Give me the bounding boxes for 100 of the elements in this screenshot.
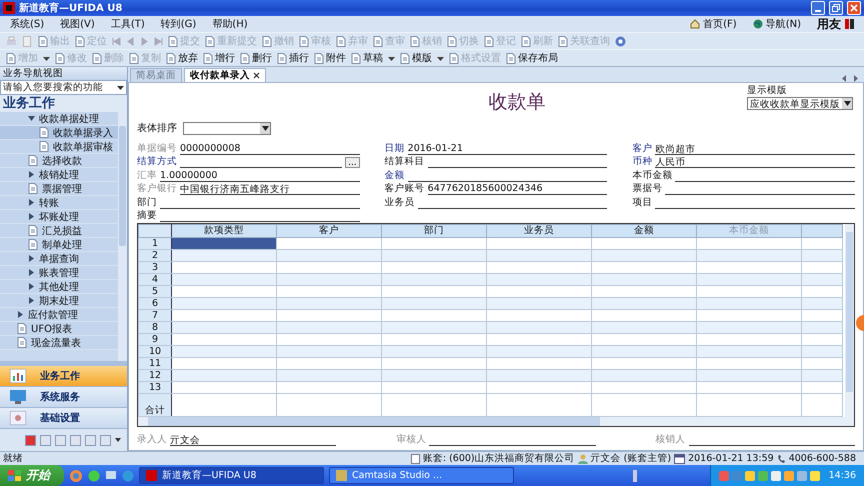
- lookup-button[interactable]: ...: [345, 157, 360, 168]
- tree-item[interactable]: 票据管理: [0, 182, 118, 196]
- input-field[interactable]: 人民币: [655, 156, 856, 168]
- minimize-button[interactable]: [811, 1, 825, 15]
- tray-icon[interactable]: [796, 470, 807, 480]
- tray-icon[interactable]: [758, 470, 768, 480]
- table-cell[interactable]: [276, 297, 382, 309]
- menu-item[interactable]: 帮助(H): [212, 17, 248, 31]
- table-cell[interactable]: [276, 369, 382, 381]
- tray-icon[interactable]: [744, 470, 755, 480]
- last-icon[interactable]: [154, 36, 163, 46]
- table-cell[interactable]: [696, 249, 802, 261]
- taskbar-button[interactable]: Camtasia Studio ...: [329, 467, 514, 484]
- toolbar-button[interactable]: 模版: [400, 51, 432, 65]
- menu-item[interactable]: 工具(T): [110, 17, 145, 31]
- help-icon[interactable]: [615, 36, 626, 46]
- app-icon[interactable]: [69, 468, 83, 482]
- table-cell[interactable]: [172, 285, 276, 297]
- tree-item[interactable]: UFO报表: [0, 322, 118, 336]
- column-header[interactable]: 部门: [382, 224, 486, 237]
- table-cell[interactable]: [172, 297, 276, 309]
- input-field[interactable]: 亓文会: [170, 434, 336, 446]
- tree-item[interactable]: 制单处理: [0, 238, 118, 252]
- tree-item[interactable]: 收款单据录入: [0, 126, 118, 140]
- table-cell[interactable]: [486, 369, 592, 381]
- table-cell[interactable]: [172, 273, 276, 285]
- table-cell[interactable]: [592, 321, 696, 333]
- table-cell[interactable]: [172, 357, 276, 369]
- menu-item[interactable]: 转到(G): [160, 17, 196, 31]
- table-cell[interactable]: [172, 345, 276, 357]
- input-field[interactable]: 6477620185600024346: [428, 183, 608, 195]
- dropdown-caret-icon[interactable]: [388, 54, 395, 62]
- next-icon[interactable]: [140, 36, 149, 46]
- table-cell[interactable]: [592, 297, 696, 309]
- table-cell[interactable]: [382, 333, 486, 345]
- table-cell[interactable]: [382, 369, 486, 381]
- table-cell[interactable]: [382, 285, 486, 297]
- table-cell[interactable]: [486, 273, 592, 285]
- table-cell[interactable]: [382, 273, 486, 285]
- tray-icon[interactable]: [770, 470, 781, 480]
- input-field[interactable]: 欧尚超市: [655, 142, 856, 154]
- table-cell[interactable]: [486, 261, 592, 273]
- restore-button[interactable]: [829, 1, 843, 15]
- tray-icon[interactable]: [810, 470, 820, 480]
- toolbar-button[interactable]: 保存布局: [506, 51, 558, 65]
- home-link[interactable]: 首页(F): [690, 17, 737, 31]
- table-cell[interactable]: [592, 237, 696, 249]
- tree-item[interactable]: 现金流量表: [0, 336, 118, 350]
- table-cell[interactable]: [592, 261, 696, 273]
- column-header[interactable]: 客户: [276, 224, 382, 237]
- table-cell[interactable]: [486, 357, 592, 369]
- table-cell[interactable]: [276, 249, 382, 261]
- tree-item[interactable]: 其他处理: [0, 280, 118, 294]
- table-cell[interactable]: [592, 381, 696, 393]
- toolbar-button[interactable]: 附件: [314, 51, 346, 65]
- nav-button[interactable]: 系统服务: [0, 387, 127, 408]
- table-cell[interactable]: [592, 345, 696, 357]
- tree-item[interactable]: 收款单据审核: [0, 140, 118, 154]
- tab-scroll-icon[interactable]: [842, 75, 858, 82]
- desktop-icon[interactable]: [105, 470, 117, 482]
- table-cell[interactable]: [172, 369, 276, 381]
- table-cell[interactable]: [276, 309, 382, 321]
- table-cell[interactable]: [382, 357, 486, 369]
- table-cell[interactable]: [486, 309, 592, 321]
- stop-icon[interactable]: [25, 434, 36, 446]
- dropdown-caret-icon[interactable]: [115, 437, 121, 443]
- table-cell[interactable]: [276, 273, 382, 285]
- tree-item[interactable]: 期末处理: [0, 294, 118, 308]
- table-cell[interactable]: [382, 321, 486, 333]
- table-cell[interactable]: [382, 297, 486, 309]
- tree-item[interactable]: 应付款管理: [0, 308, 118, 322]
- input-field[interactable]: 2016-01-21: [408, 142, 608, 154]
- toolbar-button[interactable]: 删行: [240, 51, 272, 65]
- table-cell[interactable]: [696, 309, 802, 321]
- table-cell[interactable]: [276, 261, 382, 273]
- tray-icon[interactable]: [718, 470, 729, 480]
- table-cell[interactable]: [172, 333, 276, 345]
- tray-icon[interactable]: [732, 470, 742, 480]
- dropdown-caret-icon[interactable]: [117, 84, 124, 91]
- table-cell[interactable]: [592, 249, 696, 261]
- table-cell[interactable]: [172, 237, 276, 249]
- table-cell[interactable]: [696, 333, 802, 345]
- table-cell[interactable]: [276, 357, 382, 369]
- table-cell[interactable]: [696, 237, 802, 249]
- search-field[interactable]: 请输入您要搜索的功能: [0, 80, 127, 95]
- navigation-link[interactable]: 导航(N): [752, 17, 801, 31]
- table-cell[interactable]: [486, 321, 592, 333]
- table-cell[interactable]: [592, 309, 696, 321]
- table-cell[interactable]: [382, 309, 486, 321]
- menu-item[interactable]: 系统(S): [10, 17, 44, 31]
- table-cell[interactable]: [696, 273, 802, 285]
- table-cell[interactable]: [172, 321, 276, 333]
- table-cell[interactable]: [276, 237, 382, 249]
- globe-icon[interactable]: [88, 470, 100, 482]
- toolbar-button[interactable]: 插行: [277, 51, 309, 65]
- toolbar-button[interactable]: 增行: [203, 51, 235, 65]
- table-cell[interactable]: [172, 381, 276, 393]
- tray-icon[interactable]: [784, 470, 794, 480]
- table-cell[interactable]: [382, 381, 486, 393]
- table-cell[interactable]: [696, 381, 802, 393]
